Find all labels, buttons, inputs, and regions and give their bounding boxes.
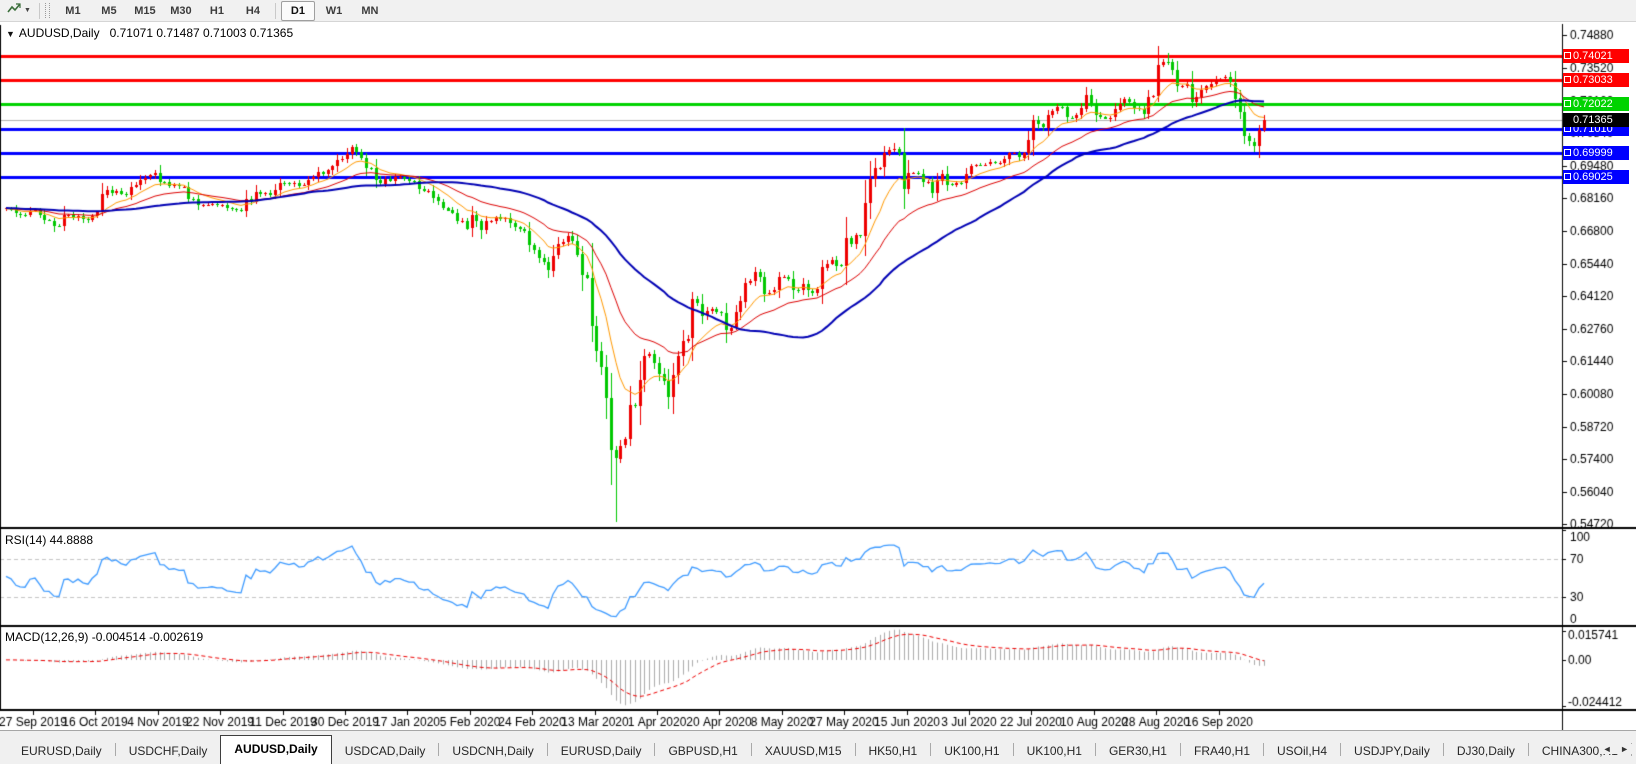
chevron-down-icon: ▼	[24, 7, 31, 14]
hline-price-badge-0.74021[interactable]: 0.74021	[1563, 48, 1629, 63]
tab-scroll-arrows[interactable]: ◄ ►	[1598, 744, 1632, 754]
macd-indicator-label: MACD(12,26,9) -0.004514 -0.002619	[5, 630, 204, 644]
chart-tab-usdcnh-daily[interactable]: USDCNH,Daily	[439, 739, 546, 764]
price-chart-canvas[interactable]	[0, 22, 1636, 730]
chart-tab-eurusd-daily[interactable]: EURUSD,Daily	[8, 739, 115, 764]
chart-tab-xauusd-m15[interactable]: XAUUSD,M15	[752, 739, 855, 764]
hline-price-badge-0.72022[interactable]: 0.72022	[1563, 97, 1629, 112]
collapse-icon: ▼	[6, 29, 15, 39]
chart-tab-usoil-h1[interactable]: USOil,H1	[1632, 739, 1636, 764]
chart-tab-hk50-h1[interactable]: HK50,H1	[856, 739, 931, 764]
chart-tab-ger30-h1[interactable]: GER30,H1	[1096, 739, 1180, 764]
chart-tab-usdjpy-daily[interactable]: USDJPY,Daily	[1341, 739, 1443, 764]
chart-tab-usoil-h4[interactable]: USOil,H4	[1264, 739, 1340, 764]
chart-ohlc-values: 0.71071 0.71487 0.71003 0.71365	[109, 26, 294, 40]
toolbar-separator	[38, 2, 40, 19]
rsi-indicator-label: RSI(14) 44.8888	[5, 533, 94, 547]
timeframe-button-m1[interactable]: M1	[56, 1, 90, 21]
chart-tab-usdchf-daily[interactable]: USDCHF,Daily	[116, 739, 221, 764]
timeframe-buttons: M1 M5 M15 M30 H1 H4 D1 W1 MN	[55, 0, 388, 21]
chart-tools-button[interactable]: ▼	[3, 0, 35, 22]
hline-price-badge-0.73033[interactable]: 0.73033	[1563, 72, 1629, 87]
chart-tab-gbpusd-h1[interactable]: GBPUSD,H1	[655, 739, 750, 764]
toolbar-separator	[274, 2, 276, 19]
chart-tab-uk100-h1[interactable]: UK100,H1	[931, 739, 1012, 764]
timeframe-button-m30[interactable]: M30	[164, 1, 198, 21]
chart-tools-icon	[7, 2, 22, 20]
trading-terminal-window: ▼ M1 M5 M15 M30 H1 H4 D1 W1 MN ▼ AUDUSD,Daily 0.71…	[0, 0, 1636, 764]
line-drag-handle-icon[interactable]	[1564, 75, 1571, 83]
chart-symbol-label: AUDUSD,Daily	[18, 26, 100, 40]
timeframe-button-d1[interactable]: D1	[280, 0, 315, 21]
timeframe-button-m5[interactable]: M5	[92, 1, 126, 21]
timeframe-button-m15[interactable]: M15	[128, 1, 162, 21]
chart-tab-audusd-daily[interactable]: AUDUSD,Daily	[220, 735, 332, 764]
timeframe-button-h4[interactable]: H4	[236, 1, 270, 21]
timeframe-button-h1[interactable]: H1	[200, 1, 234, 21]
timeframe-button-mn[interactable]: MN	[353, 1, 387, 21]
hline-price-badge-0.69999[interactable]: 0.69999	[1563, 146, 1629, 161]
toolbar-drag-handle[interactable]	[44, 3, 50, 18]
line-drag-handle-icon[interactable]	[1564, 149, 1571, 157]
chart-tab-bar: EURUSD,Daily USDCHF,Daily AUDUSD,Daily USDC…	[0, 730, 1636, 764]
hline-price-badge-0.69025[interactable]: 0.69025	[1563, 169, 1629, 184]
line-drag-handle-icon[interactable]	[1564, 51, 1571, 59]
timeframe-button-w1[interactable]: W1	[317, 1, 351, 21]
timeframes-toolbar: ▼ M1 M5 M15 M30 H1 H4 D1 W1 MN	[0, 0, 1636, 22]
current-price-badge: 0.71365	[1563, 113, 1629, 128]
line-drag-handle-icon[interactable]	[1564, 100, 1571, 108]
chart-tab-uk100-h1[interactable]: UK100,H1	[1014, 739, 1095, 764]
chart-title: ▼ AUDUSD,Daily 0.71071 0.71487 0.71003 0.7…	[6, 26, 293, 40]
chart-tab-usdcad-daily[interactable]: USDCAD,Daily	[332, 739, 439, 764]
chart-tab-eurusd-daily[interactable]: EURUSD,Daily	[548, 739, 655, 764]
chart-tab-dj30-daily[interactable]: DJ30,Daily	[1444, 739, 1528, 764]
line-drag-handle-icon[interactable]	[1564, 172, 1571, 180]
chart-tab-fra40-h1[interactable]: FRA40,H1	[1181, 739, 1263, 764]
